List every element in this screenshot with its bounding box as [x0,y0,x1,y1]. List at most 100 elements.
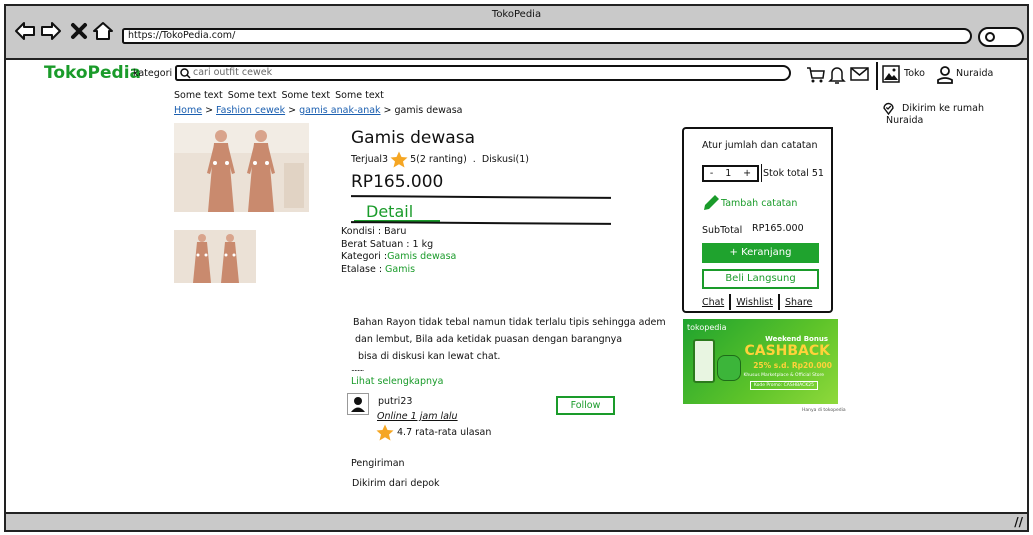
forward-arrow-icon[interactable] [40,20,62,42]
quick-link[interactable]: Some text [228,90,277,101]
url-bar[interactable]: https://TokoPedia.com/ [122,28,972,44]
breadcrumb-fashion[interactable]: Fashion cewek [216,105,285,116]
qty-increment-button[interactable]: + [743,168,751,179]
spec-berat: Berat Satuan : 1 kg [341,238,434,250]
shipping-destination[interactable]: Dikirim ke rumah Nuraida [882,102,1027,126]
banner-brand: tokopedia [687,323,727,332]
quick-link[interactable]: Some text [281,90,330,101]
star-icon [376,424,394,441]
home-icon[interactable] [92,20,114,42]
add-note-link[interactable]: Tambah catatan [702,194,797,212]
shipping-origin: Dikirim dari depok [352,478,440,489]
description-line: dan lembut, Bila ada ketidak puasan deng… [355,334,623,345]
mail-icon[interactable] [850,65,870,83]
breadcrumb-separator: > [383,105,392,116]
pencil-icon [704,195,719,210]
toko-link[interactable]: Toko [904,68,925,79]
window-title: TokoPedia [491,9,542,20]
breadcrumb-home[interactable]: Home [174,105,202,116]
breadcrumb-separator: > [288,105,297,116]
kategori-menu[interactable]: kategori [133,68,172,79]
phone-illustration [693,339,715,383]
add-note-label: Tambah catatan [721,197,798,209]
qty-decrement-button[interactable]: - [710,168,713,179]
browser-menu-button[interactable] [978,27,1024,47]
banner-cashback: CASHBACK [744,343,830,359]
description-line: Bahan Rayon tidak tebal namun tidak terl… [353,317,666,328]
back-arrow-icon[interactable] [14,20,36,42]
product-discussion-link[interactable]: Diskusi(1) [482,154,529,165]
seller-rating-text: 4.7 rata-rata ulasan [397,427,492,438]
subtotal-label: SubTotal [702,225,743,236]
shipping-heading: Pengiriman [351,458,405,469]
search-input[interactable]: cari outfit cewek [175,65,791,81]
description-line: bisa di diskusi kan lewat chat. [358,351,501,362]
star-icon [390,151,408,168]
search-placeholder: cari outfit cewek [193,67,273,78]
share-link[interactable]: Share [785,297,812,308]
quick-link[interactable]: Some text [174,90,223,101]
spec-etalase-label: Etalase : [341,263,386,275]
quantity-stepper[interactable]: - 1 + [702,165,759,182]
divider [761,164,762,182]
seller-rating: 4.7 rata-rata ulasan [376,424,491,441]
quick-link[interactable]: Some text [335,90,384,101]
spec-etalase-link[interactable]: Gamis [385,264,415,275]
bell-icon[interactable] [828,65,846,85]
seller-name[interactable]: putri23 [378,396,412,407]
wishlist-link[interactable]: Wishlist [736,297,773,308]
browser-titlebar: TokoPedia https://TokoPedia.com/ [6,6,1027,60]
purchase-card-heading: Atur jumlah dan catatan [702,140,818,151]
purchase-card: Atur jumlah dan catatan - 1 + Stok total… [682,127,833,313]
breadcrumb-current: gamis dewasa [394,105,463,116]
tab-detail[interactable]: Detail [366,202,413,221]
site-logo[interactable]: TokoPedia [44,63,141,83]
product-thumbnail[interactable] [174,230,256,283]
user-icon[interactable] [936,65,954,85]
spec-kategori-link[interactable]: Gamis dewasa [387,251,456,262]
product-description: Bahan Rayon tidak tebal namun tidak terl… [353,314,666,365]
product-main-image[interactable] [174,123,309,212]
close-x-icon[interactable] [68,20,90,42]
avatar[interactable] [347,393,369,415]
product-price: RP165.000 [351,172,444,192]
qty-value[interactable]: 1 [725,168,731,179]
product-rating: 5(2 ranting) [410,154,467,165]
chat-link[interactable]: Chat [702,297,724,308]
image-icon[interactable] [882,65,900,83]
divider [350,221,612,225]
breadcrumb: Home > Fashion cewek > gamis anak-anak > gamis… [174,105,462,116]
breadcrumb-category[interactable]: gamis anak-anak [299,105,380,116]
follow-button[interactable]: Follow [556,396,615,415]
card-actions: Chat Wishlist Share [702,294,812,310]
product-meta: Terjual3 5(2 ranting) . Diskusi(1) [351,151,529,168]
header-divider [876,62,878,90]
buy-now-button[interactable]: Beli Langsung [702,269,819,289]
meta-separator: . [472,154,476,165]
spec-kategori: Kategori :Gamis dewasa [341,251,456,264]
quick-links: Some text Some text Some text Some text [174,90,389,101]
description-ellipsis: ........ [351,364,364,373]
stock-total: Stok total 51 [763,168,824,179]
banner-bonus: Weekend Bonus [765,335,828,343]
location-check-icon [883,102,894,116]
seller-status: Online 1 jam lalu [377,411,458,422]
product-specs: Kondisi : Baru Berat Satuan : 1 kg Kateg… [341,226,456,276]
mascot-illustration [717,355,741,381]
divider [350,195,612,199]
spec-etalase: Etalase : Gamis [341,264,456,277]
banner-footer: Hanya di tokopedia [802,408,846,413]
banner-fine-print: Khusus Marketplace & Official Store [743,373,824,378]
resize-handle-icon[interactable]: // [1014,515,1023,529]
product-title: Gamis dewasa [351,128,475,148]
spec-kategori-label: Kategori : [341,251,388,262]
shipping-destination-label: Dikirim ke rumah [902,103,984,114]
read-more-link[interactable]: Lihat selengkapnya [351,376,444,387]
add-to-cart-button[interactable]: + Keranjang [702,243,819,263]
search-icon [985,32,995,42]
cart-icon[interactable] [806,65,826,85]
user-name[interactable]: Nuraida [956,68,993,79]
spec-kondisi: Kondisi : Baru [341,226,407,237]
cashback-promo-banner[interactable]: tokopedia Weekend Bonus CASHBACK 25% s.d… [683,319,838,404]
browser-statusbar: // [6,512,1027,530]
